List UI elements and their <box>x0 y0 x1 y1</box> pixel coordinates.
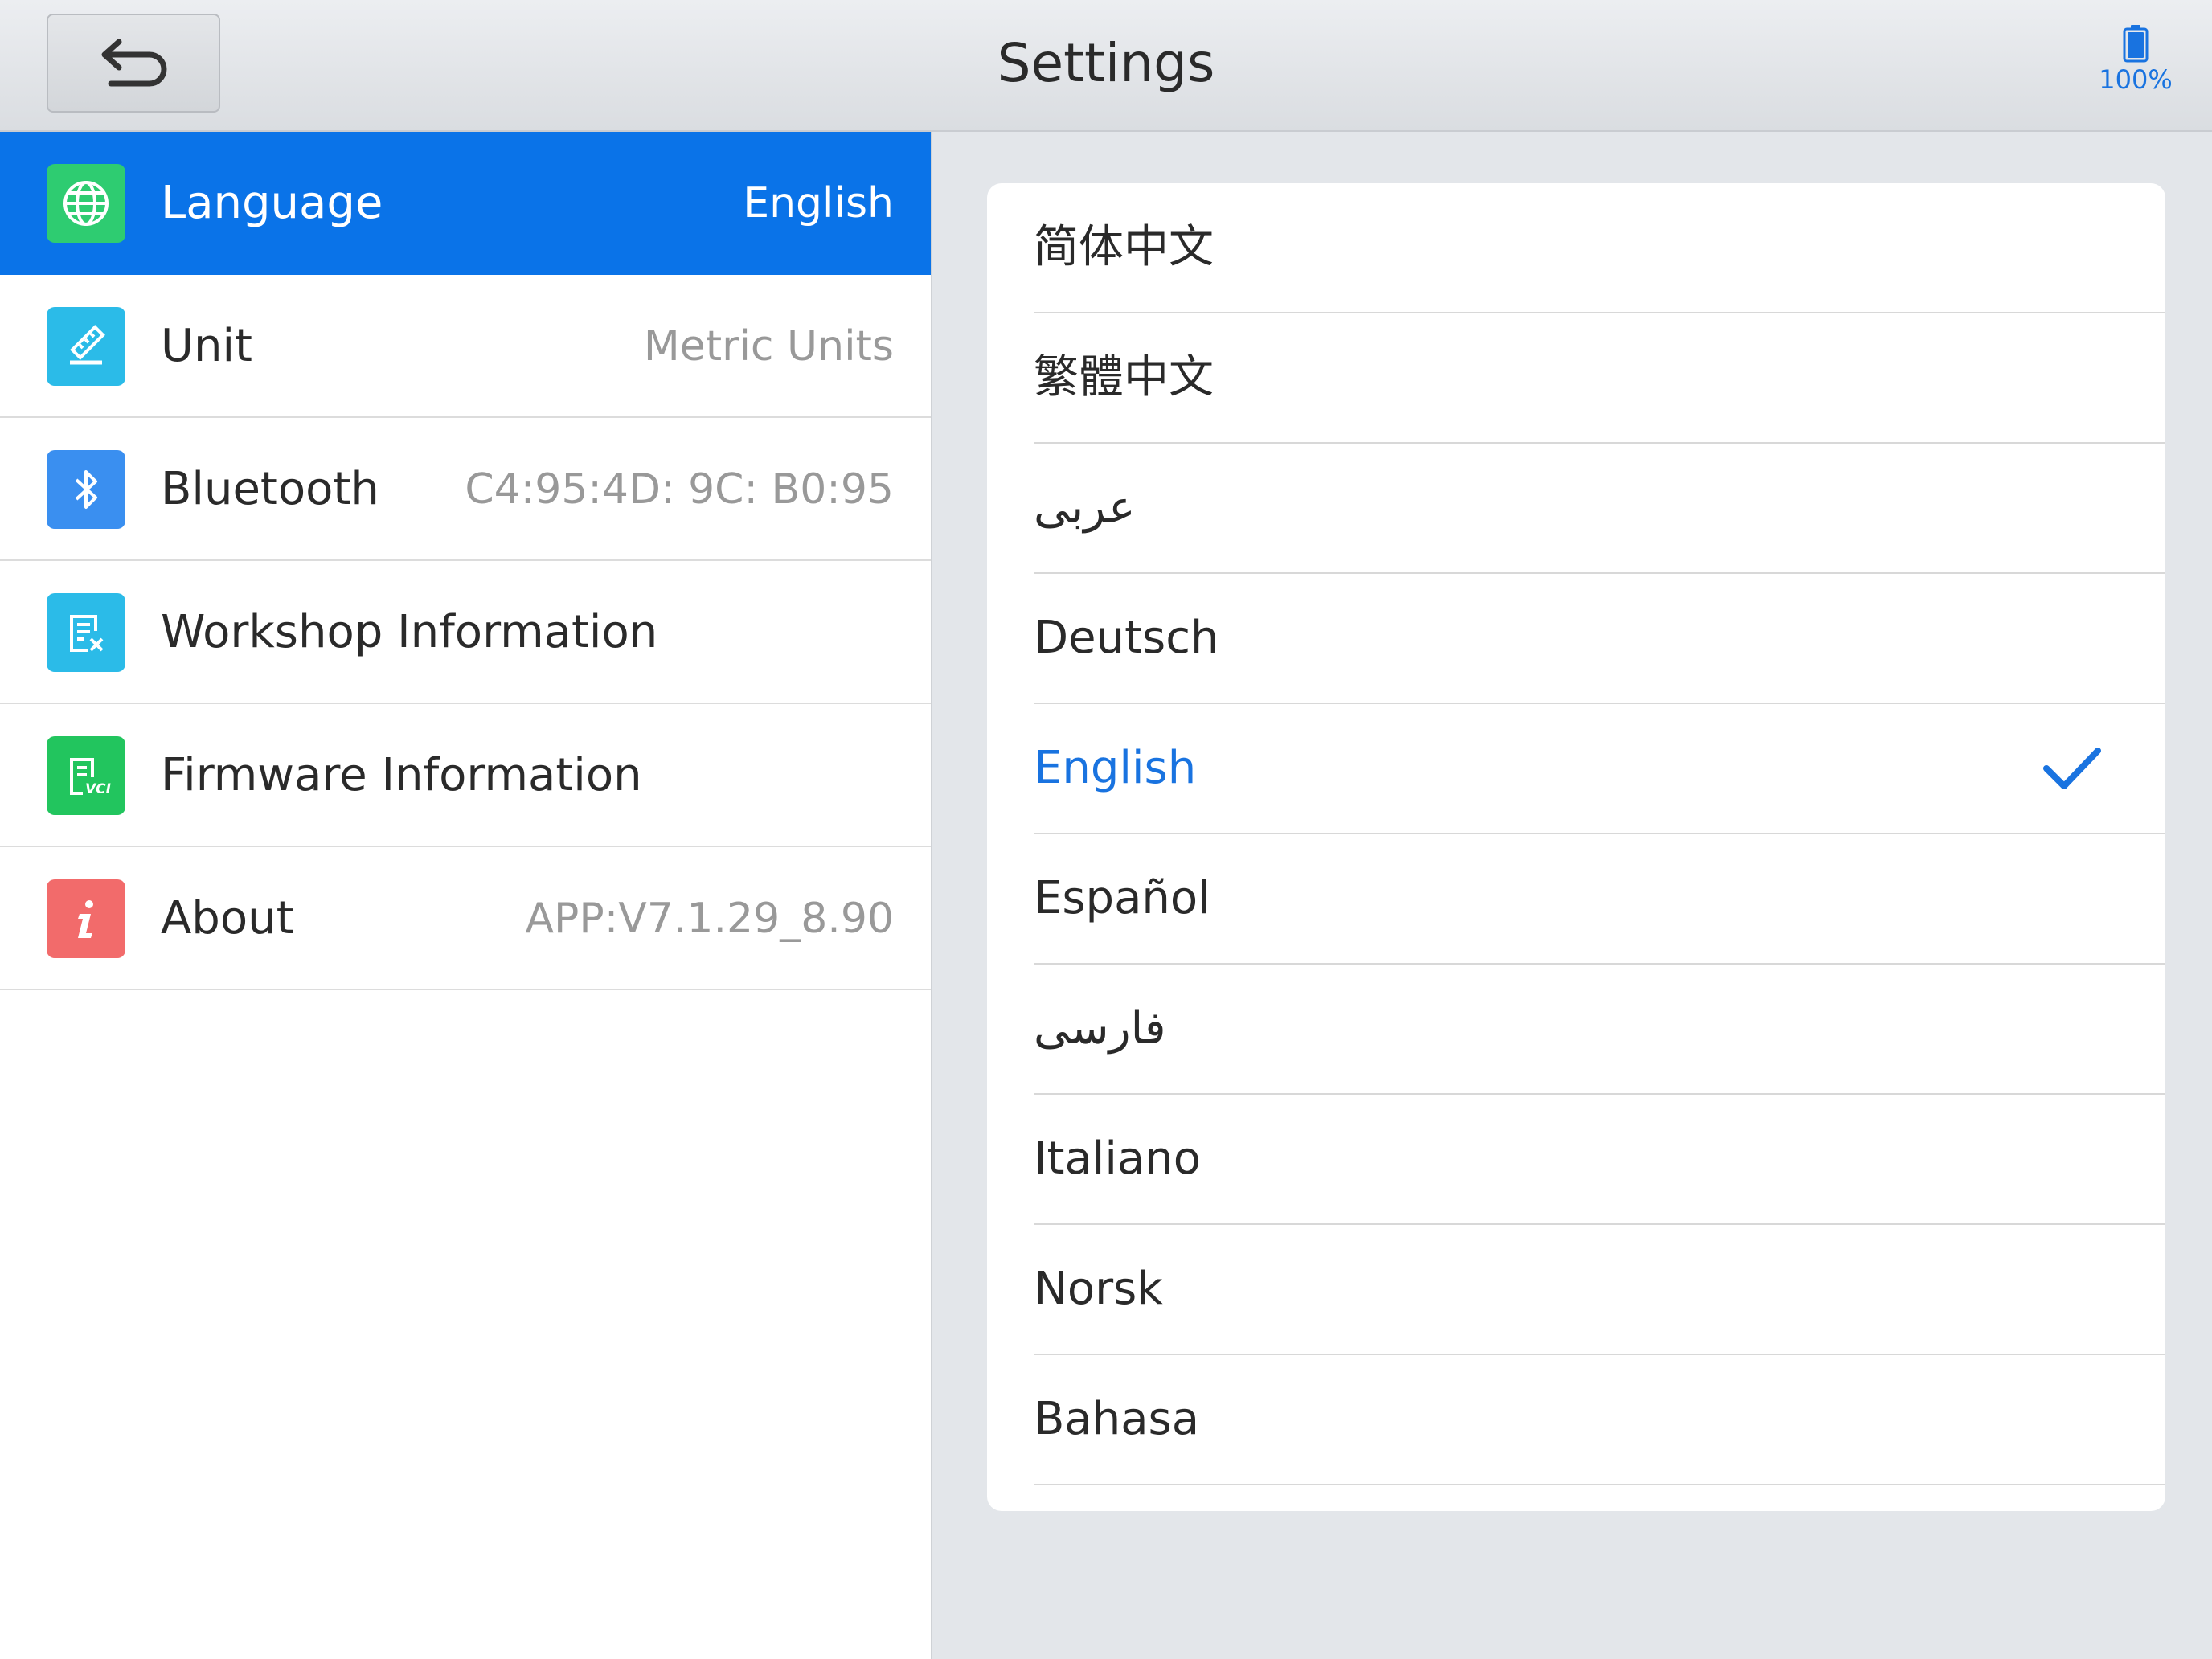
battery-full-icon <box>2123 25 2149 63</box>
page-title: Settings <box>997 32 1215 94</box>
bluetooth-icon <box>47 450 125 529</box>
language-option-espanol[interactable]: Español <box>1034 834 2165 965</box>
menu-label: Workshop Information <box>161 606 658 658</box>
language-option-arabic[interactable]: عربى <box>1034 444 2165 574</box>
language-option-simplified-chinese[interactable]: 简体中文 <box>1034 183 2165 313</box>
language-option-deutsch[interactable]: Deutsch <box>1034 574 2165 704</box>
menu-item-about[interactable]: About APP:V7.1.29_8.90 <box>0 847 931 990</box>
vci-document-icon: VCI <box>47 736 125 815</box>
language-option-english[interactable]: English <box>1034 704 2165 834</box>
checkmark-icon <box>2043 748 2101 789</box>
battery-percentage: 100% <box>2099 64 2173 95</box>
language-label: فارسى <box>1034 1002 1166 1055</box>
menu-item-language[interactable]: Language English <box>0 132 931 275</box>
header-bar: Settings 100% <box>0 0 2212 132</box>
language-label: Deutsch <box>1034 612 1219 664</box>
language-label: Bahasa <box>1034 1393 1200 1445</box>
language-option-farsi[interactable]: فارسى <box>1034 965 2165 1095</box>
svg-text:VCI: VCI <box>85 781 111 797</box>
menu-item-workshop-information[interactable]: Workshop Information <box>0 561 931 704</box>
menu-value: English <box>743 179 894 227</box>
menu-label: Firmware Information <box>161 749 642 801</box>
language-label: English <box>1034 742 1197 794</box>
globe-icon <box>47 164 125 243</box>
language-list: 简体中文 繁體中文 عربى Deutsch English Español ف… <box>987 183 2165 1511</box>
ruler-icon <box>47 307 125 386</box>
menu-value: Metric Units <box>643 322 894 371</box>
language-label: Norsk <box>1034 1263 1163 1315</box>
menu-value: APP:V7.1.29_8.90 <box>525 895 894 943</box>
battery-indicator: 100% <box>2075 24 2196 95</box>
workshop-document-icon <box>47 593 125 672</box>
language-option-traditional-chinese[interactable]: 繁體中文 <box>1034 313 2165 444</box>
language-option-bahasa[interactable]: Bahasa <box>1034 1355 2165 1485</box>
language-label: Español <box>1034 872 1210 924</box>
language-label: 简体中文 <box>1034 221 1214 273</box>
menu-label: Language <box>161 177 383 229</box>
language-label: 繁體中文 <box>1034 351 1214 403</box>
language-label: Italiano <box>1034 1133 1201 1185</box>
menu-item-firmware-information[interactable]: VCI Firmware Information <box>0 704 931 847</box>
language-label: عربى <box>1034 481 1136 534</box>
settings-menu: Language English Unit Metric Units Bluet… <box>0 132 932 1659</box>
menu-item-unit[interactable]: Unit Metric Units <box>0 275 931 418</box>
language-option-italiano[interactable]: Italiano <box>1034 1095 2165 1225</box>
menu-label: Bluetooth <box>161 463 379 515</box>
menu-item-bluetooth[interactable]: Bluetooth C4:95:4D: 9C: B0:95 <box>0 418 931 561</box>
info-icon <box>47 879 125 958</box>
menu-label: Unit <box>161 320 252 372</box>
menu-label: About <box>161 892 294 944</box>
language-option-norsk[interactable]: Norsk <box>1034 1225 2165 1355</box>
menu-value: C4:95:4D: 9C: B0:95 <box>465 465 894 514</box>
